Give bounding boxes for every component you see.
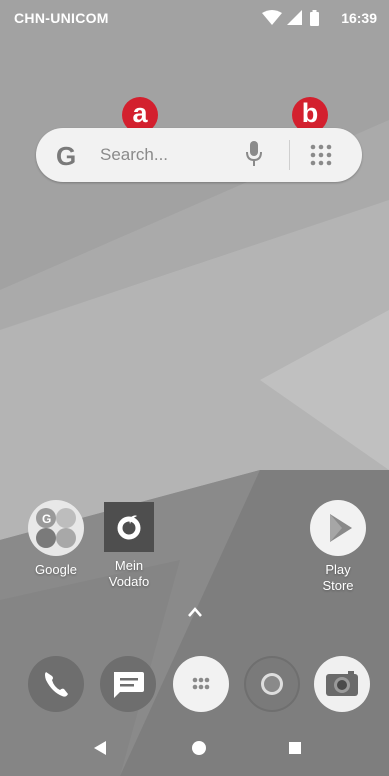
play-store-app[interactable]: Play Store — [298, 500, 378, 594]
google-logo[interactable]: G — [56, 141, 76, 172]
app-label-vodafone-line1: Mein — [114, 558, 144, 573]
google-search-bar[interactable]: G Search... — [36, 128, 362, 182]
google-folder[interactable]: G Google — [16, 500, 96, 578]
app-label-play-store: Play Store — [298, 562, 378, 594]
recents-icon[interactable] — [289, 742, 301, 754]
svg-text:G: G — [42, 512, 51, 526]
search-bar-divider — [289, 140, 290, 170]
chrome-icon[interactable] — [244, 656, 300, 712]
battery-icon — [310, 10, 319, 26]
phone-icon[interactable] — [28, 656, 84, 712]
app-label-google: Google — [35, 562, 77, 577]
google-folder-icon: G — [28, 500, 84, 556]
navigation-bar — [0, 724, 389, 776]
mic-icon[interactable] — [246, 141, 262, 167]
mein-vodafone-app[interactable]: Mein Vodafo — [89, 502, 169, 590]
app-label-play-line2: Store — [322, 578, 354, 593]
status-bar: CHN-UNICOM 16:39 — [0, 0, 389, 36]
search-input[interactable]: Search... — [100, 145, 168, 165]
app-label-play-line1: Play — [325, 562, 351, 577]
camera-icon[interactable] — [314, 656, 370, 712]
clock: 16:39 — [341, 10, 377, 26]
home-icon[interactable] — [191, 740, 207, 756]
app-label-vodafone-line2: Vodafo — [108, 574, 150, 589]
home-screen: CHN-UNICOM 16:39 a b G Search... G Googl… — [0, 0, 389, 776]
vodafone-icon — [104, 502, 154, 552]
signal-icon — [287, 10, 302, 25]
play-store-icon — [310, 500, 366, 556]
messages-icon[interactable] — [100, 656, 156, 712]
carrier-name: CHN-UNICOM — [14, 10, 109, 26]
apps-grid-icon[interactable] — [173, 656, 229, 712]
chevron-up-icon[interactable] — [188, 607, 202, 617]
app-drawer-icon[interactable] — [309, 143, 333, 167]
app-label-vodafone: Mein Vodafo — [89, 558, 169, 590]
back-icon[interactable] — [94, 741, 106, 755]
wifi-icon — [262, 10, 282, 25]
